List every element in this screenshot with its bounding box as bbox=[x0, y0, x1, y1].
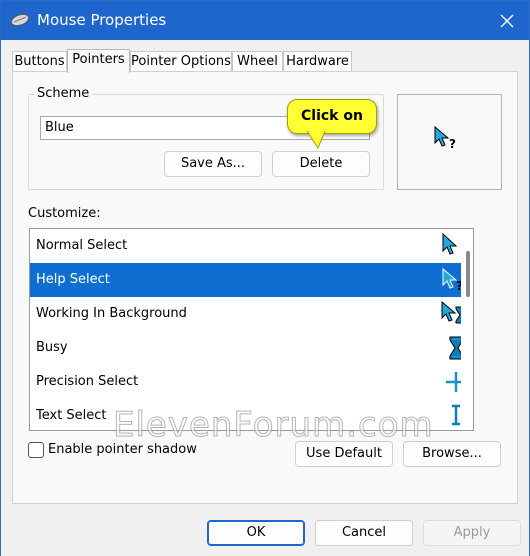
enable-shadow-checkbox[interactable] bbox=[28, 442, 44, 458]
help-cursor-icon: ? bbox=[434, 125, 456, 151]
list-item-label: Help Select bbox=[36, 272, 110, 287]
list-item-label: Working In Background bbox=[36, 306, 187, 321]
cancel-button[interactable]: Cancel bbox=[315, 520, 413, 546]
delete-button[interactable]: Delete bbox=[272, 151, 370, 177]
apply-button[interactable]: Apply bbox=[423, 520, 521, 546]
dialog-footer: OK Cancel Apply bbox=[1, 516, 529, 556]
list-item[interactable]: Busy bbox=[30, 331, 473, 365]
tab-pointers[interactable]: Pointers bbox=[67, 49, 130, 73]
list-item-label: Text Select bbox=[36, 408, 107, 423]
scroll-thumb[interactable] bbox=[466, 251, 470, 297]
watermark: ElevenForum.com bbox=[113, 405, 434, 446]
list-item[interactable]: Precision Select bbox=[30, 365, 473, 399]
customize-label: Customize: bbox=[28, 206, 101, 221]
tab-wheel[interactable]: Wheel bbox=[232, 51, 283, 72]
title-bar[interactable]: Mouse Properties bbox=[1, 1, 529, 40]
list-item[interactable]: Normal Select bbox=[30, 229, 473, 263]
list-item-label: Busy bbox=[36, 340, 68, 355]
list-item[interactable]: Help Select ? bbox=[30, 263, 473, 297]
svg-text:?: ? bbox=[449, 137, 456, 151]
tab-buttons[interactable]: Buttons bbox=[12, 51, 67, 72]
window-title: Mouse Properties bbox=[37, 11, 167, 29]
list-item-label: Precision Select bbox=[36, 374, 139, 389]
mouse-app-icon bbox=[10, 13, 30, 27]
cursor-preview: ? bbox=[397, 94, 502, 190]
list-item-label: Normal Select bbox=[36, 238, 128, 253]
close-icon[interactable] bbox=[495, 9, 519, 33]
mouse-properties-window: Mouse Properties Buttons Pointers Pointe… bbox=[0, 0, 530, 556]
tab-pointer-options[interactable]: Pointer Options bbox=[130, 51, 232, 72]
cursor-list[interactable]: Normal Select Help Select ? Working In B… bbox=[29, 228, 474, 431]
callout-annotation: Click on bbox=[287, 99, 377, 134]
save-as-button[interactable]: Save As... bbox=[164, 151, 262, 177]
tab-hardware[interactable]: Hardware bbox=[283, 51, 352, 72]
scheme-label: Scheme bbox=[34, 86, 93, 101]
list-scrollbar[interactable] bbox=[461, 229, 473, 430]
callout-tail bbox=[306, 131, 326, 149]
ok-button[interactable]: OK bbox=[207, 520, 305, 546]
list-item[interactable]: Working In Background bbox=[30, 297, 473, 331]
